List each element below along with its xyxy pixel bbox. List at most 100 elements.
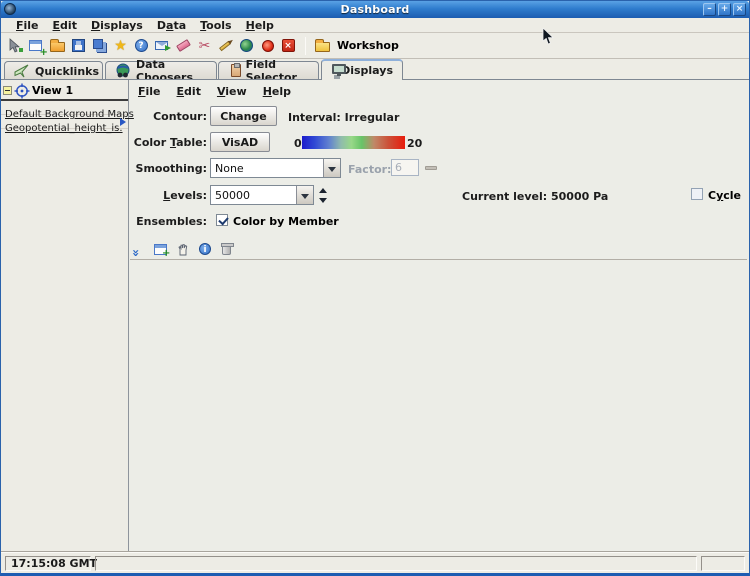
window-controls: – + ×: [703, 3, 746, 16]
current-level-text: Current level: 50000 Pa: [462, 190, 608, 203]
color-table-row: Color Table: VisAD 0 20: [130, 132, 745, 152]
smoothing-row: Smoothing: None Factor: 6: [130, 158, 745, 178]
tab-label: Quicklinks: [35, 65, 99, 78]
record-button[interactable]: [257, 35, 278, 57]
toolbar: + ★ ? ✂ × Workshop: [1, 33, 749, 59]
favorites-button[interactable]: ★: [110, 35, 131, 57]
save-copy-icon: [92, 38, 108, 54]
colorbar-min-label: 0: [294, 137, 302, 150]
tab-data-choosers[interactable]: Data Choosers: [105, 61, 217, 80]
view-label[interactable]: View 1: [32, 84, 73, 97]
help-icon: ?: [134, 38, 150, 54]
sidebar-item-default-background-maps[interactable]: Default Background Maps: [1, 101, 128, 115]
contour-label: Contour:: [130, 110, 207, 123]
hand-icon: [176, 242, 191, 257]
levels-value: 50000: [215, 189, 250, 202]
pan-button[interactable]: [176, 242, 191, 257]
display-menu-view[interactable]: View: [209, 85, 255, 98]
displays-icon: [331, 63, 336, 79]
levels-combobox[interactable]: 50000: [210, 185, 314, 205]
support-request-button[interactable]: [152, 35, 173, 57]
dropdown-arrow-icon[interactable]: [323, 159, 340, 177]
factor-input: 6: [391, 159, 419, 176]
globe-button[interactable]: [236, 35, 257, 57]
contour-change-button[interactable]: Change: [210, 106, 277, 126]
menu-displays[interactable]: Displays: [84, 19, 150, 32]
erase-button[interactable]: [173, 35, 194, 57]
new-window-button[interactable]: +: [26, 35, 47, 57]
delete-display-button[interactable]: [220, 242, 235, 257]
open-folder-icon: [50, 38, 66, 54]
display-menu-help[interactable]: Help: [255, 85, 299, 98]
contour-interval-text: Interval: Irregular: [288, 111, 399, 124]
cycle-label: Cycle: [708, 189, 741, 202]
status-bar: 17:15:08 GMT: [1, 552, 749, 573]
smoothing-dropdown[interactable]: None: [210, 158, 341, 178]
status-aux-cell: [701, 556, 745, 571]
new-window-icon: +: [29, 38, 45, 54]
ensembles-label: Ensembles:: [130, 215, 207, 228]
workshop-button[interactable]: [312, 35, 333, 57]
save-copy-button[interactable]: [89, 35, 110, 57]
new-display-window-button[interactable]: +: [154, 242, 169, 257]
colorbar-max-label: 20: [407, 137, 422, 150]
sidebar-item-geopotential-height[interactable]: Geopotential_height_is.: [1, 115, 128, 129]
content-area: View 1 Default Background Maps Geopotent…: [1, 79, 749, 552]
color-table-visad-button[interactable]: VisAD: [210, 132, 270, 152]
display-menu-edit[interactable]: Edit: [169, 85, 209, 98]
cycle-checkbox[interactable]: [691, 188, 703, 200]
globe-icon: [239, 38, 255, 54]
exit-button[interactable]: ×: [278, 35, 299, 57]
close-button[interactable]: ×: [733, 3, 746, 16]
levels-spinner: [317, 186, 328, 204]
cut-icon: ✂: [197, 38, 213, 54]
view-crosshair-icon: [14, 83, 30, 103]
pointer-icon: [8, 38, 24, 54]
pointer-button[interactable]: [5, 35, 26, 57]
tab-field-selector[interactable]: Field Selector: [218, 61, 319, 80]
smoothing-value: None: [215, 162, 244, 175]
save-button[interactable]: [68, 35, 89, 57]
menu-data[interactable]: Data: [150, 19, 193, 32]
spinner-up-button[interactable]: [317, 186, 328, 195]
submenu-arrow-icon: [120, 118, 126, 126]
panel-divider: [130, 259, 747, 260]
info-button[interactable]: i: [198, 242, 213, 257]
menu-tools[interactable]: Tools: [193, 19, 238, 32]
trash-icon: [222, 245, 231, 255]
open-file-button[interactable]: [47, 35, 68, 57]
workshop-label[interactable]: Workshop: [337, 39, 399, 52]
maximize-button[interactable]: +: [718, 3, 731, 16]
collapse-button[interactable]: »: [132, 242, 147, 257]
display-mini-toolbar: » + i: [132, 240, 235, 258]
menu-help[interactable]: Help: [239, 19, 281, 32]
spinner-down-button[interactable]: [317, 195, 328, 204]
edit-button[interactable]: [215, 35, 236, 57]
favorites-star-icon: ★: [113, 38, 129, 54]
tab-label: Displays: [341, 64, 393, 77]
tab-quicklinks[interactable]: Quicklinks: [4, 61, 103, 80]
levels-label: Levels:: [130, 189, 207, 202]
tab-displays[interactable]: Displays: [321, 59, 403, 80]
display-menu-file[interactable]: File: [130, 85, 169, 98]
cut-button[interactable]: ✂: [194, 35, 215, 57]
color-by-member-checkbox[interactable]: [216, 214, 228, 226]
smoothing-label: Smoothing:: [130, 162, 207, 175]
minimize-button[interactable]: –: [703, 3, 716, 16]
menu-edit[interactable]: Edit: [46, 19, 84, 32]
toolbar-separator: [305, 37, 306, 55]
tree-collapse-toggle[interactable]: [3, 86, 12, 95]
factor-slider-icon: [425, 166, 437, 170]
help-button[interactable]: ?: [131, 35, 152, 57]
sidebar-item-label: Geopotential_height_is.: [5, 123, 123, 134]
levels-row: Levels: 50000 Current level: 50000 Pa Cy…: [130, 185, 745, 205]
data-choosers-icon: [115, 63, 131, 79]
clock-display: 17:15:08 GMT: [5, 556, 91, 571]
color-table-label: Color Table:: [130, 136, 207, 149]
info-icon: i: [199, 243, 211, 255]
dropdown-arrow-icon[interactable]: [296, 186, 313, 204]
status-message-area: [95, 556, 697, 571]
menu-file[interactable]: File: [9, 19, 46, 32]
titlebar[interactable]: Dashboard – + ×: [1, 1, 749, 18]
quicklinks-icon: [14, 63, 30, 79]
